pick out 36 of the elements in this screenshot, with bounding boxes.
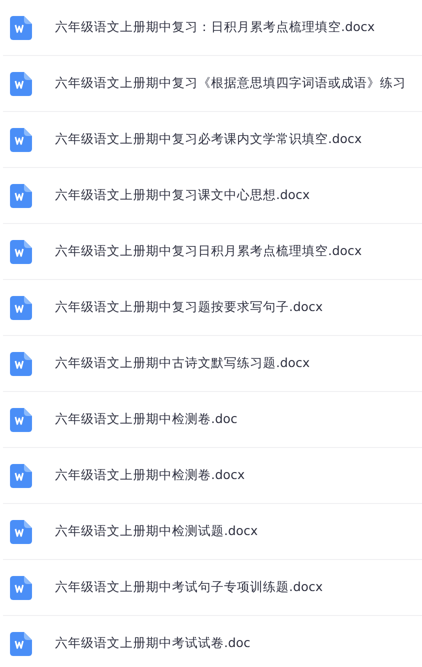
document-icon: [10, 464, 32, 488]
document-icon: [10, 296, 32, 320]
file-row[interactable]: 六年级语文上册期中考试句子专项训练题.docx: [3, 560, 422, 616]
file-name: 六年级语文上册期中检测卷.doc: [55, 411, 238, 428]
document-icon: [10, 408, 32, 432]
file-name: 六年级语文上册期中复习题按要求写句子.docx: [55, 299, 323, 316]
document-icon: [10, 352, 32, 376]
file-name: 六年级语文上册期中复习《根据意思填四字词语或成语》练习: [55, 75, 406, 92]
document-icon: [10, 576, 32, 600]
file-name: 六年级语文上册期中复习日积月累考点梳理填空.docx: [55, 243, 362, 260]
document-icon: [10, 16, 32, 40]
file-name: 六年级语文上册期中复习：日积月累考点梳理填空.docx: [55, 19, 375, 36]
file-name: 六年级语文上册期中考试试卷.doc: [55, 635, 250, 652]
file-row[interactable]: 六年级语文上册期中复习：日积月累考点梳理填空.docx: [3, 0, 422, 56]
file-row[interactable]: 六年级语文上册期中考试试卷.doc: [3, 616, 422, 667]
file-row[interactable]: 六年级语文上册期中古诗文默写练习题.docx: [3, 336, 422, 392]
file-row[interactable]: 六年级语文上册期中检测卷.docx: [3, 448, 422, 504]
file-name: 六年级语文上册期中考试句子专项训练题.docx: [55, 579, 323, 596]
file-row[interactable]: 六年级语文上册期中检测卷.doc: [3, 392, 422, 448]
document-icon: [10, 632, 32, 656]
document-icon: [10, 520, 32, 544]
document-icon: [10, 72, 32, 96]
document-icon: [10, 128, 32, 152]
file-name: 六年级语文上册期中古诗文默写练习题.docx: [55, 355, 310, 372]
file-row[interactable]: 六年级语文上册期中复习日积月累考点梳理填空.docx: [3, 224, 422, 280]
file-row[interactable]: 六年级语文上册期中复习题按要求写句子.docx: [3, 280, 422, 336]
document-icon: [10, 184, 32, 208]
file-row[interactable]: 六年级语文上册期中复习必考课内文学常识填空.docx: [3, 112, 422, 168]
file-name: 六年级语文上册期中检测卷.docx: [55, 467, 245, 484]
file-name: 六年级语文上册期中检测试题.docx: [55, 523, 258, 540]
file-name: 六年级语文上册期中复习课文中心思想.docx: [55, 187, 310, 204]
file-row[interactable]: 六年级语文上册期中复习课文中心思想.docx: [3, 168, 422, 224]
file-row[interactable]: 六年级语文上册期中检测试题.docx: [3, 504, 422, 560]
document-icon: [10, 240, 32, 264]
file-row[interactable]: 六年级语文上册期中复习《根据意思填四字词语或成语》练习: [3, 56, 422, 112]
file-name: 六年级语文上册期中复习必考课内文学常识填空.docx: [55, 131, 362, 148]
